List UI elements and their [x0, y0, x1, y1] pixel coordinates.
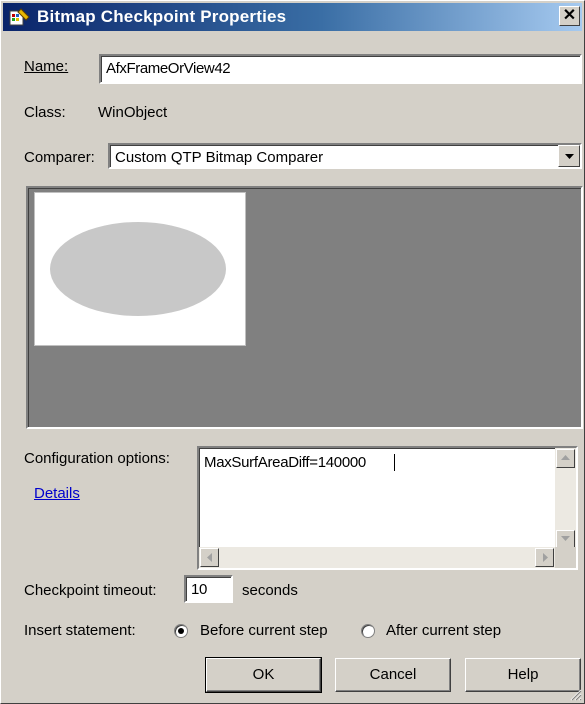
- resize-grip-icon[interactable]: [568, 687, 582, 701]
- details-link[interactable]: Details: [34, 485, 80, 502]
- scroll-up-button[interactable]: [556, 449, 575, 468]
- config-options-value: MaxSurfAreaDiff=140000: [204, 454, 366, 471]
- help-button[interactable]: Help: [465, 658, 581, 692]
- chevron-up-icon: [561, 455, 570, 460]
- timeout-label: Checkpoint timeout:: [24, 582, 157, 599]
- class-value: WinObject: [98, 104, 168, 121]
- comparer-dropdown[interactable]: Custom QTP Bitmap Comparer: [108, 143, 582, 169]
- comparer-selected: Custom QTP Bitmap Comparer: [115, 149, 324, 166]
- close-icon: ✕: [562, 7, 577, 24]
- timeout-value: 10: [191, 581, 207, 598]
- comparer-label: Comparer:: [24, 149, 95, 166]
- checkpoint-app-icon: [9, 7, 31, 27]
- chevron-left-icon: [207, 553, 212, 562]
- text-caret: [394, 454, 395, 471]
- title-bar[interactable]: Bitmap Checkpoint Properties ✕: [3, 3, 582, 31]
- chevron-right-icon: [543, 553, 548, 562]
- radio-selected-dot: [178, 628, 184, 634]
- name-input[interactable]: AfxFrameOrView42: [99, 54, 582, 84]
- radio-after-current-step[interactable]: [361, 624, 375, 638]
- class-label: Class:: [24, 104, 66, 121]
- vertical-scrollbar[interactable]: [555, 448, 576, 551]
- name-label-text: Name:: [24, 58, 69, 75]
- cancel-button[interactable]: Cancel: [335, 658, 451, 692]
- ellipse-image: [50, 222, 226, 316]
- ok-button[interactable]: OK: [205, 657, 322, 693]
- timeout-unit: seconds: [242, 582, 298, 599]
- scroll-corner: [555, 547, 576, 568]
- config-options-textarea[interactable]: MaxSurfAreaDiff=140000: [197, 446, 578, 570]
- radio-before-current-step[interactable]: [174, 624, 188, 638]
- timeout-input[interactable]: 10: [184, 575, 233, 603]
- after-current-step-label[interactable]: After current step: [386, 622, 501, 639]
- bitmap-checkpoint-dialog: Bitmap Checkpoint Properties ✕ Name: Afx…: [0, 0, 585, 704]
- bitmap-preview-area: [26, 186, 583, 429]
- scroll-right-button[interactable]: [535, 548, 554, 567]
- insert-statement-label: Insert statement:: [24, 622, 136, 639]
- scroll-left-button[interactable]: [200, 548, 219, 567]
- window-title: Bitmap Checkpoint Properties: [37, 7, 287, 26]
- config-label: Configuration options:: [24, 450, 170, 467]
- horizontal-scrollbar[interactable]: [199, 547, 555, 568]
- name-label: Name:: [24, 58, 68, 75]
- before-current-step-label[interactable]: Before current step: [200, 622, 328, 639]
- name-input-value: AfxFrameOrView42: [106, 60, 231, 77]
- close-button[interactable]: ✕: [559, 6, 580, 26]
- bitmap-thumbnail[interactable]: [34, 192, 246, 346]
- chevron-down-icon: [561, 536, 570, 541]
- dropdown-arrow-button[interactable]: [558, 145, 580, 167]
- chevron-down-icon: [565, 154, 574, 159]
